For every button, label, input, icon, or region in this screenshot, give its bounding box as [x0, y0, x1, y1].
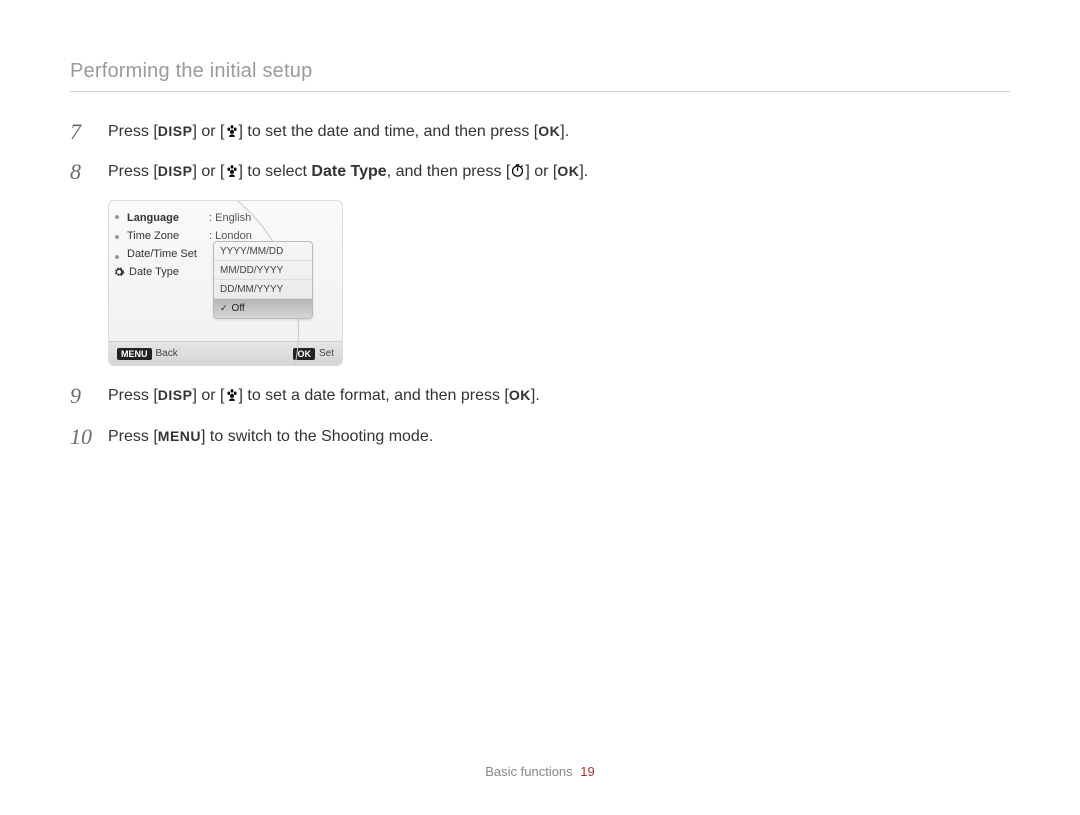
date-type-options: YYYY/MM/DD MM/DD/YYYY DD/MM/YYYY Off	[213, 241, 313, 319]
macro-flower-icon	[225, 388, 239, 402]
manual-page: Performing the initial setup 7 Press [DI…	[0, 0, 1080, 815]
step-text: Press [DISP] or [] to set the date and t…	[108, 120, 569, 144]
camera-lcd-mock: Language : English Time Zone : London Da…	[108, 200, 343, 366]
page-title: Performing the initial setup	[70, 60, 1010, 92]
step-text: Press [DISP] or [] to set a date format,…	[108, 384, 540, 408]
option-mmddyyyy: MM/DD/YYYY	[214, 261, 312, 280]
step-number: 9	[70, 384, 98, 408]
macro-flower-icon	[225, 164, 239, 178]
option-off: Off	[214, 299, 312, 318]
disp-icon: DISP	[158, 163, 193, 179]
disp-icon: DISP	[158, 387, 193, 403]
page-footer: Basic functions 19	[0, 764, 1080, 779]
gear-icon	[113, 266, 125, 278]
step-10: 10 Press [MENU] to switch to the Shootin…	[70, 425, 590, 449]
steps-list: 7 Press [DISP] or [] to set the date and…	[70, 120, 590, 449]
step-7: 7 Press [DISP] or [] to set the date and…	[70, 120, 590, 144]
footer-set: OK Set	[293, 348, 334, 360]
step-number: 8	[70, 160, 98, 184]
ok-icon: OK	[509, 387, 531, 403]
ok-icon: OK	[557, 163, 579, 179]
macro-flower-icon	[225, 124, 239, 138]
footer-section: Basic functions	[485, 764, 572, 779]
step-9: 9 Press [DISP] or [] to set a date forma…	[70, 384, 590, 408]
step-text: Press [MENU] to switch to the Shooting m…	[108, 425, 433, 449]
step-number: 7	[70, 120, 98, 144]
step-text: Press [DISP] or [] to select Date Type, …	[108, 160, 588, 184]
option-ddmmyyyy: DD/MM/YYYY	[214, 280, 312, 299]
self-timer-icon	[510, 163, 525, 178]
option-yyyymmdd: YYYY/MM/DD	[214, 242, 312, 261]
disp-icon: DISP	[158, 123, 193, 139]
menu-icon: MENU	[158, 428, 201, 444]
menu-row-language: Language : English	[127, 209, 252, 227]
footer-page-number: 19	[580, 764, 594, 779]
step-number: 10	[70, 425, 98, 449]
ok-icon: OK	[538, 123, 560, 139]
step-8: 8 Press [DISP] or [] to select Date Type…	[70, 160, 590, 184]
